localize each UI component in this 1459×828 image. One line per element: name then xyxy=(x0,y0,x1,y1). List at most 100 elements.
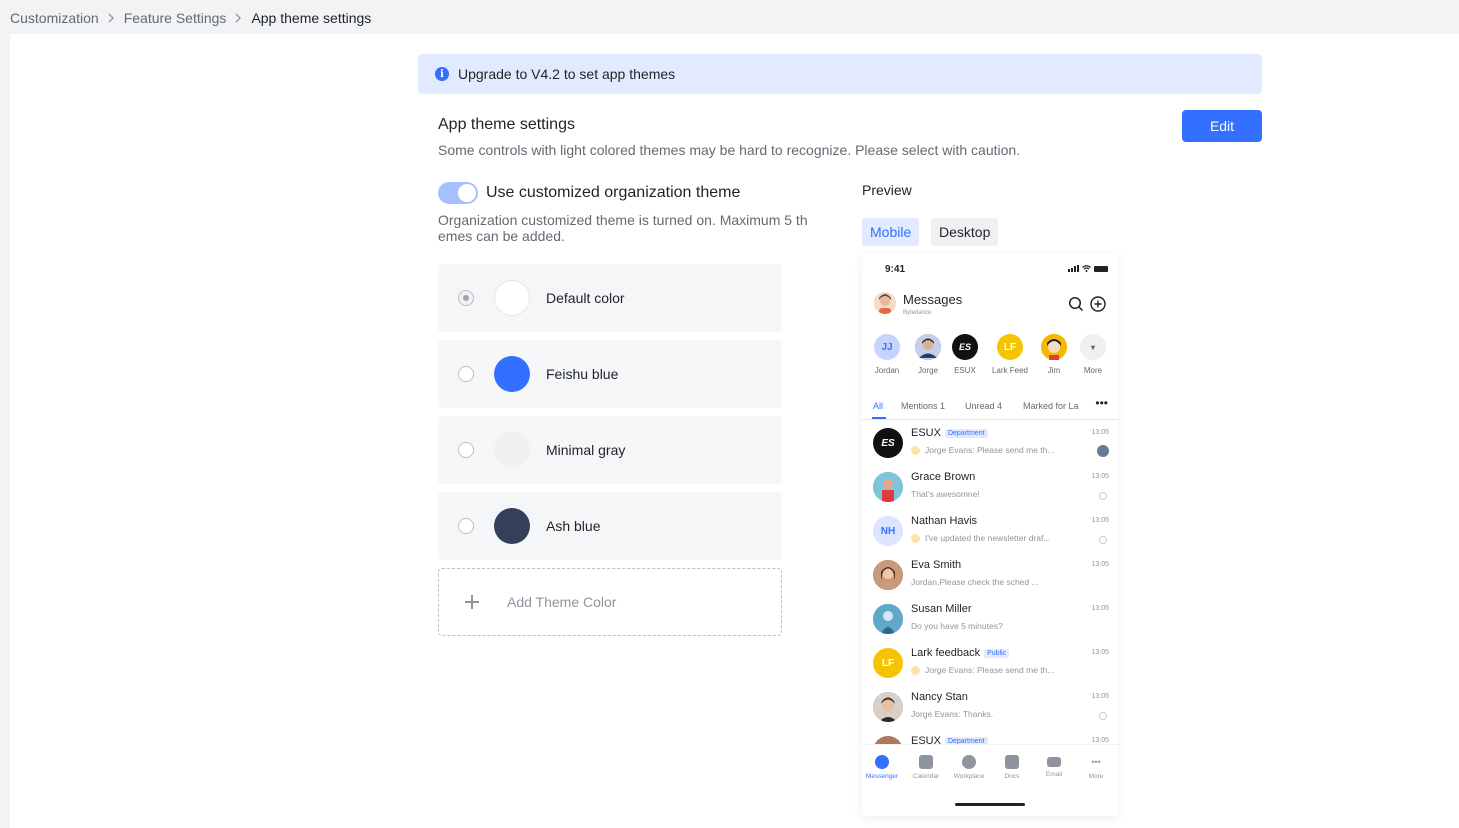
chat-name: Nathan Havis xyxy=(911,515,977,527)
nav-more[interactable]: ••• More xyxy=(1076,755,1116,780)
status-icons xyxy=(1068,265,1108,272)
nav-label: Workplace xyxy=(953,773,985,780)
chat-preview-text: Jordan,Please check the sched ... xyxy=(911,577,1039,587)
chat-preview: Jorge Evans: Please send me th... xyxy=(911,445,1089,455)
home-indicator xyxy=(955,803,1025,806)
more-dots-icon[interactable]: ••• xyxy=(1095,396,1108,410)
read-status-icon xyxy=(1099,712,1107,720)
edit-button[interactable]: Edit xyxy=(1182,110,1262,142)
theme-radio[interactable] xyxy=(458,366,474,382)
more-dots-icon: ••• xyxy=(1091,757,1101,767)
breadcrumb-feature-settings[interactable]: Feature Settings xyxy=(124,10,227,26)
story-jordan[interactable]: JJ Jordan xyxy=(867,334,907,375)
theme-option-default[interactable]: Default color xyxy=(438,264,782,332)
color-swatch xyxy=(494,356,530,392)
tab-desktop[interactable]: Desktop xyxy=(931,218,999,246)
nav-workplace[interactable]: Workplace xyxy=(949,755,989,780)
list-item[interactable]: ES ESUX Department Jorge Evans: Please se… xyxy=(862,424,1118,468)
tab-mentions[interactable]: Mentions 1 xyxy=(901,401,945,411)
add-circle-icon[interactable] xyxy=(1090,296,1106,312)
chat-name-text: Nathan Havis xyxy=(911,515,978,527)
color-swatch xyxy=(494,432,530,468)
color-swatch xyxy=(494,508,530,544)
theme-option-feishu-blue[interactable]: Feishu blue xyxy=(438,340,782,408)
tab-marked[interactable]: Marked for La xyxy=(1023,401,1085,411)
theme-option-ash-blue[interactable]: Ash blue xyxy=(438,492,782,560)
chevron-right-icon xyxy=(234,13,242,23)
nav-label: More xyxy=(1088,773,1104,780)
list-item[interactable]: Susan Miller Do you have 5 minutes? 13:0… xyxy=(862,600,1118,644)
nav-docs[interactable]: Docs xyxy=(992,755,1032,780)
theme-option-minimal-gray[interactable]: Minimal gray xyxy=(438,416,782,484)
sender-avatar xyxy=(911,665,920,675)
plus-icon xyxy=(465,595,479,609)
custom-theme-toggle[interactable] xyxy=(438,182,478,204)
theme-name: Ash blue xyxy=(546,518,601,534)
list-item[interactable]: NH Nathan Havis I've updated the newslet… xyxy=(862,512,1118,556)
toggle-hint: Organization customized theme is turned … xyxy=(438,212,808,244)
status-time: 9:41 xyxy=(885,264,906,275)
story-jim[interactable]: Jim xyxy=(1034,334,1074,375)
chat-preview: Jordan,Please check the sched ... xyxy=(911,577,1089,587)
tab-all[interactable]: All xyxy=(873,401,883,411)
avatar: JJ xyxy=(874,334,900,360)
chat-preview-text: Jorge Evans: Please send me th... xyxy=(925,665,1055,675)
calendar-icon xyxy=(919,755,933,769)
chat-tag: Department xyxy=(944,428,988,438)
org-name: Bytedance xyxy=(903,310,932,316)
nav-messenger[interactable]: Messenger xyxy=(862,755,902,780)
chevron-down-icon: ▾ xyxy=(1080,334,1106,360)
avatar: ES xyxy=(952,334,978,360)
theme-radio[interactable] xyxy=(458,290,474,306)
status-bar: 9:41 xyxy=(862,254,1118,284)
list-item[interactable]: Eva Smith Jordan,Please check the sched … xyxy=(862,556,1118,600)
avatar: LF xyxy=(997,334,1023,360)
avatar xyxy=(915,334,941,360)
sender-avatar xyxy=(911,445,920,455)
list-item[interactable]: LF Lark feedback Public Jorge Evans: Plea… xyxy=(862,644,1118,688)
list-item[interactable]: Nancy Stan Jorge Evans: Thanks. 13:05 xyxy=(862,688,1118,732)
messages-title: Messages xyxy=(903,292,963,307)
story-more[interactable]: ▾ More xyxy=(1073,334,1113,375)
info-icon: i xyxy=(435,67,449,81)
chat-time: 13:05 xyxy=(1091,517,1109,524)
section-description: Some controls with light colored themes … xyxy=(438,142,1021,158)
docs-icon xyxy=(1005,755,1019,769)
chat-time: 13:05 xyxy=(1091,693,1109,700)
tab-mobile[interactable]: Mobile xyxy=(862,218,920,246)
chat-preview-text: Jorge Evans: Please send me th... xyxy=(925,445,1055,455)
wifi-icon xyxy=(1082,265,1091,272)
chat-name: Lark feedback Public xyxy=(911,647,1010,659)
theme-radio[interactable] xyxy=(458,518,474,534)
nav-label: Calendar xyxy=(912,773,940,780)
search-icon[interactable] xyxy=(1068,296,1084,312)
color-swatch xyxy=(494,280,530,316)
list-item[interactable]: Grace Brown That's awesomne! 13:05 xyxy=(862,468,1118,512)
chevron-right-icon xyxy=(107,13,115,23)
avatar[interactable] xyxy=(874,292,896,314)
nav-calendar[interactable]: Calendar xyxy=(906,755,946,780)
story-jorge[interactable]: Jorge xyxy=(908,334,948,375)
story-name: Lark Feed xyxy=(991,366,1029,375)
chat-preview: I've updated the newsletter draf... xyxy=(911,533,1089,543)
story-esux[interactable]: ES ESUX xyxy=(945,334,985,375)
story-lark-feed[interactable]: LF Lark Feed xyxy=(990,334,1030,375)
avatar xyxy=(873,560,903,590)
story-name: Jim xyxy=(1047,366,1061,375)
upgrade-notice: i Upgrade to V4.2 to set app themes xyxy=(418,54,1262,94)
message-filter-tabs: All Mentions 1 Unread 4 Marked for La ••… xyxy=(862,396,1118,420)
nav-email[interactable]: Email xyxy=(1034,755,1074,778)
avatar xyxy=(873,692,903,722)
messenger-icon xyxy=(875,755,889,769)
add-theme-color-button[interactable]: Add Theme Color xyxy=(438,568,782,636)
workplace-icon xyxy=(962,755,976,769)
breadcrumb-customization[interactable]: Customization xyxy=(10,10,99,26)
chat-preview-text: I've updated the newsletter draf... xyxy=(925,533,1051,543)
story-row: JJ Jordan Jorge ES ESUX LF Lark Feed Jim… xyxy=(862,334,1118,380)
signal-icon xyxy=(1068,265,1079,272)
avatar xyxy=(873,472,903,502)
bottom-nav: Messenger Calendar Workplace Docs Email … xyxy=(862,744,1118,816)
breadcrumb: Customization Feature Settings App theme… xyxy=(10,9,371,27)
tab-unread[interactable]: Unread 4 xyxy=(965,401,1002,411)
theme-radio[interactable] xyxy=(458,442,474,458)
